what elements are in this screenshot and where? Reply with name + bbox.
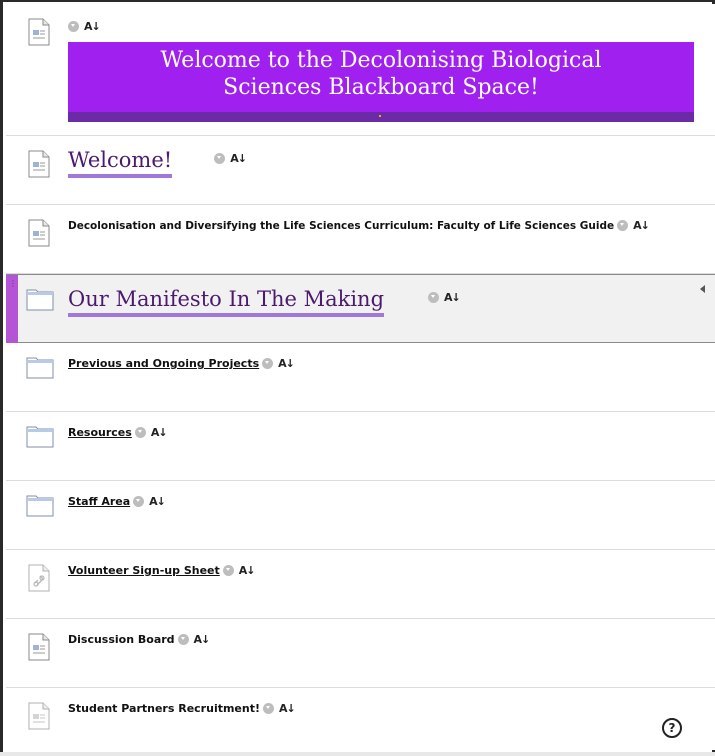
grip-icon: ⋮ [9,279,17,288]
document-icon [28,150,50,178]
item-title-projects[interactable]: Previous and Ongoing Projects [68,357,259,370]
document-icon [28,219,50,247]
alternative-formats-icon[interactable]: A↓ [279,702,296,715]
drag-handle[interactable]: ⋮ [6,275,18,343]
list-item-staff-area: Staff Area A↓ [6,481,715,550]
item-title-wrap: Decolonisation and Diversifying the Life… [68,219,650,232]
chevron-down-icon[interactable] [133,496,145,507]
item-title-manifesto[interactable]: Our Manifesto In The Making [68,287,385,317]
content-list: A↓ Welcome to the Decolonising Biologica… [6,4,715,750]
chevron-down-icon[interactable] [214,153,226,164]
banner-line-1: Welcome to the Decolonising Biological [160,48,602,73]
chevron-down-icon[interactable] [134,427,146,438]
list-item-discussion: Discussion Board A↓ [6,619,715,688]
list-item-projects: Previous and Ongoing Projects A↓ [6,343,715,412]
alternative-formats-icon[interactable]: A↓ [84,20,101,33]
item-title-welcome[interactable]: Welcome! [68,148,173,178]
item-title-guide[interactable]: Decolonisation and Diversifying the Life… [68,220,614,232]
item-title-wrap: Student Partners Recruitment! A↓ [68,702,296,715]
banner-strip [68,112,694,122]
chevron-down-icon[interactable] [68,21,79,32]
item-title-wrap: Our Manifesto In The Making A↓ [68,287,461,317]
folder-icon [26,426,54,448]
list-item-guide: Decolonisation and Diversifying the Life… [6,205,715,274]
item-title-wrap: Volunteer Sign-up Sheet A↓ [68,564,255,577]
bottom-bar [0,752,715,756]
banner-text: Welcome to the Decolonising Biological S… [68,47,694,101]
list-item-manifesto[interactable]: ⋮ Our Manifesto In The Making A↓ [6,274,715,343]
folder-icon [26,495,54,517]
list-item-banner: A↓ Welcome to the Decolonising Biologica… [6,4,715,136]
alternative-formats-icon[interactable]: A↓ [151,426,168,439]
item-title-wrap: Welcome! A↓ [68,148,247,178]
item-title-wrap: Resources A↓ [68,426,168,439]
item-title-wrap: Previous and Ongoing Projects A↓ [68,357,295,370]
document-icon [28,18,50,46]
collapse-arrow-icon[interactable] [700,285,705,293]
alternative-formats-icon[interactable]: A↓ [149,495,166,508]
banner-controls: A↓ [68,20,101,33]
list-item-welcome: Welcome! A↓ [6,136,715,205]
list-item-student-partners: Student Partners Recruitment! A↓ [6,688,715,750]
chevron-down-icon[interactable] [428,292,440,303]
item-title-wrap: Staff Area A↓ [68,495,166,508]
banner-line-2: Sciences Blackboard Space! [223,75,539,100]
item-title-student-partners[interactable]: Student Partners Recruitment! [68,702,260,715]
folder-icon [26,289,54,311]
chevron-down-icon[interactable] [262,358,274,369]
alternative-formats-icon[interactable]: A↓ [230,152,247,165]
document-icon [28,702,50,730]
item-title-volunteer[interactable]: Volunteer Sign-up Sheet [68,564,220,577]
item-title-wrap: Discussion Board A↓ [68,633,211,646]
banner-dot [379,115,381,117]
alternative-formats-icon[interactable]: A↓ [444,291,461,304]
item-title-resources[interactable]: Resources [68,426,132,439]
alternative-formats-icon[interactable]: A↓ [194,633,211,646]
list-item-volunteer: Volunteer Sign-up Sheet A↓ [6,550,715,619]
link-icon [28,564,50,592]
content-frame: A↓ Welcome to the Decolonising Biologica… [0,0,715,756]
list-item-resources: Resources A↓ [6,412,715,481]
document-icon [28,633,50,661]
chevron-down-icon[interactable] [222,565,234,576]
chevron-down-icon[interactable] [617,220,629,231]
item-title-staff-area[interactable]: Staff Area [68,495,130,508]
alternative-formats-icon[interactable]: A↓ [278,357,295,370]
welcome-banner: Welcome to the Decolonising Biological S… [68,42,694,122]
help-icon[interactable]: ? [662,718,682,738]
alternative-formats-icon[interactable]: A↓ [239,564,256,577]
chevron-down-icon[interactable] [177,634,189,645]
item-title-discussion[interactable]: Discussion Board [68,633,175,646]
folder-icon [26,357,54,379]
chevron-down-icon[interactable] [263,703,274,714]
alternative-formats-icon[interactable]: A↓ [633,219,650,232]
